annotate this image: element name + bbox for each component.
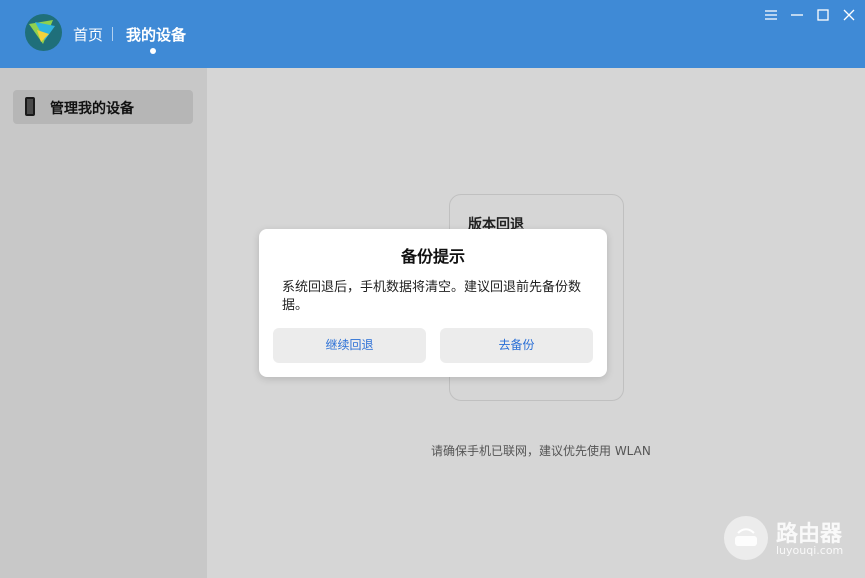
phone-icon xyxy=(25,97,35,116)
app-logo xyxy=(25,14,62,51)
nav-divider xyxy=(112,27,113,41)
maximize-icon[interactable] xyxy=(814,6,832,24)
dialog-message: 系统回退后，手机数据将清空。建议回退前先备份数据。 xyxy=(282,280,582,313)
go-backup-button[interactable]: 去备份 xyxy=(440,328,593,363)
router-icon xyxy=(724,516,768,560)
minimize-icon[interactable] xyxy=(788,6,806,24)
network-hint: 请确保手机已联网，建议优先使用 WLAN xyxy=(431,444,651,458)
close-icon[interactable] xyxy=(840,6,858,24)
title-bar: 首页 我的设备 xyxy=(0,0,865,68)
watermark: 路由器 luyouqi.com xyxy=(724,516,854,562)
sidebar-item-label: 管理我的设备 xyxy=(50,101,134,117)
nav-my-devices[interactable]: 我的设备 xyxy=(126,24,186,45)
active-tab-indicator xyxy=(150,48,156,54)
sidebar-item-manage-devices[interactable]: 管理我的设备 xyxy=(13,90,193,124)
dialog-title: 备份提示 xyxy=(400,247,465,266)
watermark-url: luyouqi.com xyxy=(776,544,844,557)
menu-icon[interactable] xyxy=(762,6,780,24)
continue-rollback-button[interactable]: 继续回退 xyxy=(273,328,426,363)
backup-dialog: 备份提示 系统回退后，手机数据将清空。建议回退前先备份数据。 继续回退 去备份 xyxy=(259,229,607,377)
nav-home[interactable]: 首页 xyxy=(73,24,103,45)
sidebar xyxy=(0,68,207,578)
